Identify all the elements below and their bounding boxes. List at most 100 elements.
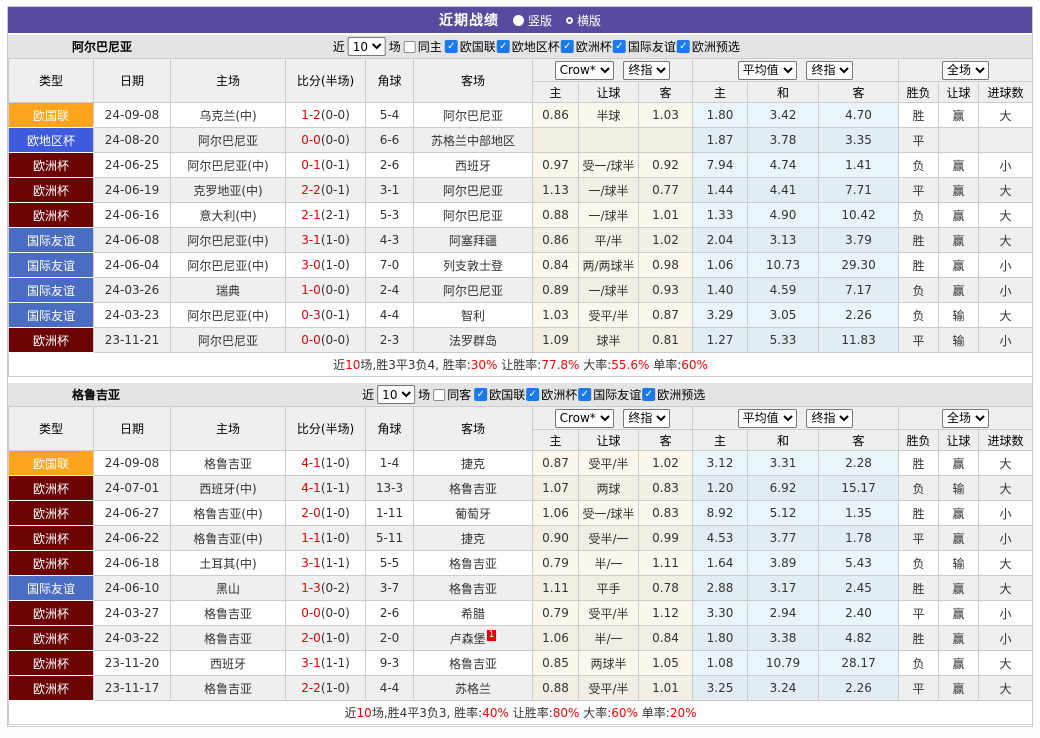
league-filter-checkbox[interactable]: ✓国际友谊: [578, 386, 641, 403]
odds-home-value: [533, 128, 579, 153]
match-row: 国际友谊24-03-26瑞典1-0(0-0)2-4阿尔巴尼亚0.89一/球半0.…: [9, 278, 1033, 303]
result-handicap: 赢: [939, 676, 979, 701]
odds-group-header: Crow* 终指: [533, 407, 693, 430]
corner-score: 2-3: [366, 328, 414, 353]
fulltime-select[interactable]: 全场: [942, 61, 989, 80]
league-filter-checkbox[interactable]: ✓欧洲杯: [561, 38, 612, 55]
result-goals: 大: [979, 676, 1033, 701]
corner-score: 6-6: [366, 128, 414, 153]
summary-text: 场,胜3平3负4, 胜率:: [360, 358, 470, 372]
home-team: 阿尔巴尼亚(中): [171, 228, 286, 253]
result-handicap: 赢: [939, 153, 979, 178]
avg-home-value: 1.44: [693, 178, 748, 203]
result-goals: 小: [979, 626, 1033, 651]
fulltime-score: 1-1: [301, 531, 321, 545]
league-filter-checkbox[interactable]: ✓欧国联: [474, 386, 525, 403]
odds-final-select[interactable]: 终指: [623, 409, 670, 428]
match-date: 24-06-27: [94, 501, 171, 526]
league-filter-checkbox[interactable]: ✓国际友谊: [613, 38, 676, 55]
fulltime-select[interactable]: 全场: [942, 409, 989, 428]
avg-final-select[interactable]: 终指: [806, 409, 853, 428]
summary-text: 大率:: [579, 706, 611, 720]
col-away: 客场: [414, 59, 533, 103]
recent-count-select[interactable]: 10: [348, 37, 386, 56]
same-venue-filter[interactable]: 同主: [404, 38, 442, 55]
same-venue-filter[interactable]: 同客: [433, 386, 471, 403]
match-date: 24-03-22: [94, 626, 171, 651]
home-team: 土耳其(中): [171, 551, 286, 576]
checkbox-checked-icon: ✓: [526, 388, 539, 401]
avg-draw-value: 3.13: [748, 228, 819, 253]
summary-value: 20%: [670, 706, 697, 720]
avg-draw-value: 4.41: [748, 178, 819, 203]
layout-radio-horizontal[interactable]: 横版: [566, 12, 601, 29]
odds-away-value: 0.93: [639, 278, 693, 303]
avg-away-value: 3.35: [819, 128, 899, 153]
checkbox-unchecked-icon: [404, 41, 416, 53]
match-date: 24-09-08: [94, 451, 171, 476]
odds-away-value: 0.98: [639, 253, 693, 278]
result-wdl: 胜: [899, 103, 939, 128]
away-team: 阿塞拜疆: [414, 228, 533, 253]
league-filter-checkbox[interactable]: ✓欧洲预选: [677, 38, 740, 55]
corner-score: 7-0: [366, 253, 414, 278]
result-wdl: 胜: [899, 626, 939, 651]
avg-away-value: 1.78: [819, 526, 899, 551]
odds-away-value: 0.83: [639, 476, 693, 501]
avg-away-value: 7.71: [819, 178, 899, 203]
result-goals: 大: [979, 303, 1033, 328]
result-goals: 大: [979, 476, 1033, 501]
corner-score: 2-6: [366, 153, 414, 178]
avg-select[interactable]: 平均值: [738, 409, 797, 428]
league-filter-checkbox[interactable]: ✓欧地区杯: [497, 38, 560, 55]
match-row: 欧地区杯24-08-20阿尔巴尼亚0-0(0-0)6-6苏格兰中部地区1.873…: [9, 128, 1033, 153]
radio-unselected-icon: [566, 17, 573, 24]
avg-draw-value: 3.24: [748, 676, 819, 701]
match-row: 欧国联24-09-08格鲁吉亚4-1(1-0)1-4捷克0.87受平/半1.02…: [9, 451, 1033, 476]
league-filter-checkbox[interactable]: ✓欧洲预选: [642, 386, 705, 403]
odds-away-value: 0.81: [639, 328, 693, 353]
fulltime-score: 2-1: [301, 208, 321, 222]
league-filter-checkbox[interactable]: ✓欧洲杯: [526, 386, 577, 403]
odds-home-value: 0.79: [533, 601, 579, 626]
league-type-badge: 欧国联: [9, 103, 94, 128]
match-score: 1-1(1-0): [286, 526, 366, 551]
checkbox-checked-icon: ✓: [561, 40, 574, 53]
match-score: 3-1(1-1): [286, 551, 366, 576]
result-goals: 小: [979, 601, 1033, 626]
league-filter-checkbox[interactable]: ✓欧国联: [445, 38, 496, 55]
odds-final-select[interactable]: 终指: [623, 61, 670, 80]
matches-table: 类型 日期 主场 比分(半场) 角球 客场 Crow* 终指 平均值 终指: [8, 406, 1033, 725]
col-date: 日期: [94, 59, 171, 103]
halftime-score: (0-2): [321, 581, 350, 595]
col-away: 客场: [414, 407, 533, 451]
radio-vertical-label: 竖版: [528, 12, 552, 29]
match-row: 欧洲杯23-11-20西班牙3-1(1-1)9-3格鲁吉亚0.85两球半1.05…: [9, 651, 1033, 676]
league-type-badge: 国际友谊: [9, 303, 94, 328]
match-row: 欧洲杯24-07-01西班牙(中)4-1(1-1)13-3格鲁吉亚1.07两球0…: [9, 476, 1033, 501]
home-team: 阿尔巴尼亚(中): [171, 153, 286, 178]
avg-select[interactable]: 平均值: [738, 61, 797, 80]
odds-home-value: 1.13: [533, 178, 579, 203]
league-type-badge: 欧洲杯: [9, 328, 94, 353]
away-team: 智利: [414, 303, 533, 328]
result-wdl: 负: [899, 278, 939, 303]
summary-row: 近10场,胜4平3负3, 胜率:40% 让胜率:80% 大率:60% 单率:20…: [9, 701, 1033, 725]
odds-handicap-line: 一/球半: [579, 178, 639, 203]
odds-away-value: 1.02: [639, 228, 693, 253]
odds-away-value: 0.99: [639, 526, 693, 551]
recent-count-select[interactable]: 10: [377, 385, 415, 404]
odds-company-select[interactable]: Crow*: [555, 61, 614, 80]
red-card-badge: 1: [487, 630, 497, 641]
avg-final-select[interactable]: 终指: [806, 61, 853, 80]
layout-radio-vertical[interactable]: 竖版: [513, 12, 552, 29]
avg-home-value: 1.87: [693, 128, 748, 153]
odds-company-select[interactable]: Crow*: [555, 409, 614, 428]
halftime-score: (0-1): [321, 158, 350, 172]
col-avg-draw: 和: [748, 82, 819, 103]
avg-home-value: 1.40: [693, 278, 748, 303]
summary-text: 场,胜4平3负3, 胜率:: [372, 706, 482, 720]
col-score: 比分(半场): [286, 407, 366, 451]
avg-away-value: 28.17: [819, 651, 899, 676]
col-home: 主场: [171, 407, 286, 451]
